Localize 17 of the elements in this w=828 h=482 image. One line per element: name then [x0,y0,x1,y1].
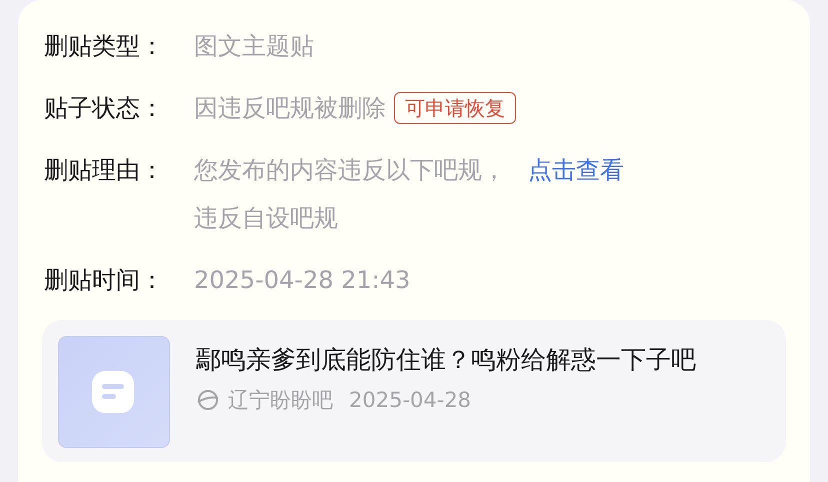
field-value: 图文主题贴 [194,31,314,62]
rule-text: 违反自设吧规 [194,203,339,234]
forum-icon [196,388,220,412]
forum-name: 辽宁盼盼吧 [228,387,333,414]
post-title: 鄢鸣亲爹到底能防住谁？鸣粉给解惑一下子吧 [196,344,697,376]
field-value: 因违反吧规被删除 [194,93,386,124]
post-thumbnail-icon [58,336,170,448]
field-label: 删贴时间： [44,265,165,296]
field-value: 2025-04-28 21:43 [194,265,410,296]
status-tag: 可申请恢复 [394,92,516,124]
field-label: 删贴类型： [44,31,165,62]
view-link[interactable]: 点击查看 [528,146,624,194]
post-date: 2025-04-28 [349,388,472,412]
field-label: 删贴理由： [44,155,165,186]
field-label: 贴子状态： [44,93,165,124]
post-card[interactable]: 鄢鸣亲爹到底能防住谁？鸣粉给解惑一下子吧 辽宁盼盼吧 2025-04-28 [42,320,786,462]
field-value: 您发布的内容违反以下吧规， [194,155,506,186]
